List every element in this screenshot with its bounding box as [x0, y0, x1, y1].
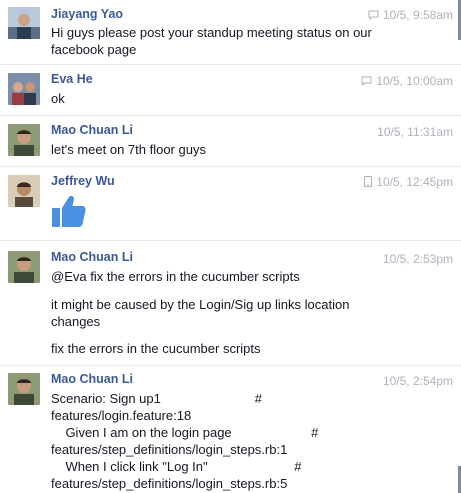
message-text: features/step_definitions/login_steps.rb… [51, 476, 288, 491]
divider [0, 115, 461, 116]
message-time: 10/5, 2:54pm [383, 374, 453, 388]
message-text: facebook page [51, 42, 137, 57]
message-text: Scenario: Sign up1 # [51, 391, 262, 406]
sender-name[interactable]: Jiayang Yao [51, 7, 123, 21]
message-text: When I click link "Log In" # [51, 459, 302, 474]
time-text: 10/5, 11:31am [377, 125, 453, 139]
message-time: 10/5, 12:45pm [364, 175, 453, 190]
sender-name[interactable]: Jeffrey Wu [51, 174, 115, 188]
sender-name[interactable]: Mao Chuan Li [51, 250, 133, 264]
avatar[interactable] [8, 175, 40, 207]
avatar[interactable] [8, 73, 40, 105]
message-time: 10/5, 2:53pm [383, 252, 453, 266]
message-text: it might be caused by the Login/Sig up l… [51, 297, 350, 312]
chat-bubble-icon [361, 75, 372, 89]
sender-name[interactable]: Eva He [51, 72, 93, 86]
time-text: 10/5, 12:45pm [376, 175, 453, 189]
message-text: features/step_definitions/login_steps.rb… [51, 442, 288, 457]
message-time: 10/5, 10:00am [361, 74, 453, 89]
time-text: 10/5, 10:00am [376, 74, 453, 88]
message-text: Hi guys please post your standup meeting… [51, 25, 372, 40]
message-text: fix the errors in the cucumber scripts [51, 341, 261, 356]
message-text: let's meet on 7th floor guys [51, 142, 206, 157]
sender-name[interactable]: Mao Chuan Li [51, 372, 133, 386]
avatar[interactable] [8, 373, 40, 405]
divider [0, 240, 461, 241]
avatar[interactable] [8, 251, 40, 283]
avatar[interactable] [8, 124, 40, 156]
message-text: changes [51, 314, 101, 329]
divider [0, 166, 461, 167]
time-text: 10/5, 2:53pm [382, 252, 453, 266]
time-text: 10/5, 9:58am [382, 8, 453, 22]
mobile-phone-icon [364, 176, 373, 190]
message-time: 10/5, 9:58am [368, 8, 453, 23]
divider [0, 64, 461, 65]
message-text: ok [51, 91, 65, 106]
divider [0, 365, 461, 366]
time-text: 10/5, 2:54pm [382, 374, 453, 388]
message-time: 10/5, 11:31am [377, 125, 453, 139]
avatar[interactable] [8, 7, 40, 39]
chat-bubble-icon [368, 9, 379, 23]
message-text: Given I am on the login page # [51, 425, 319, 440]
thumbs-up-icon [51, 193, 87, 232]
sender-name[interactable]: Mao Chuan Li [51, 123, 133, 137]
message-text: features/login.feature:18 [51, 408, 192, 423]
message-text: @Eva fix the errors in the cucumber scri… [51, 269, 300, 284]
